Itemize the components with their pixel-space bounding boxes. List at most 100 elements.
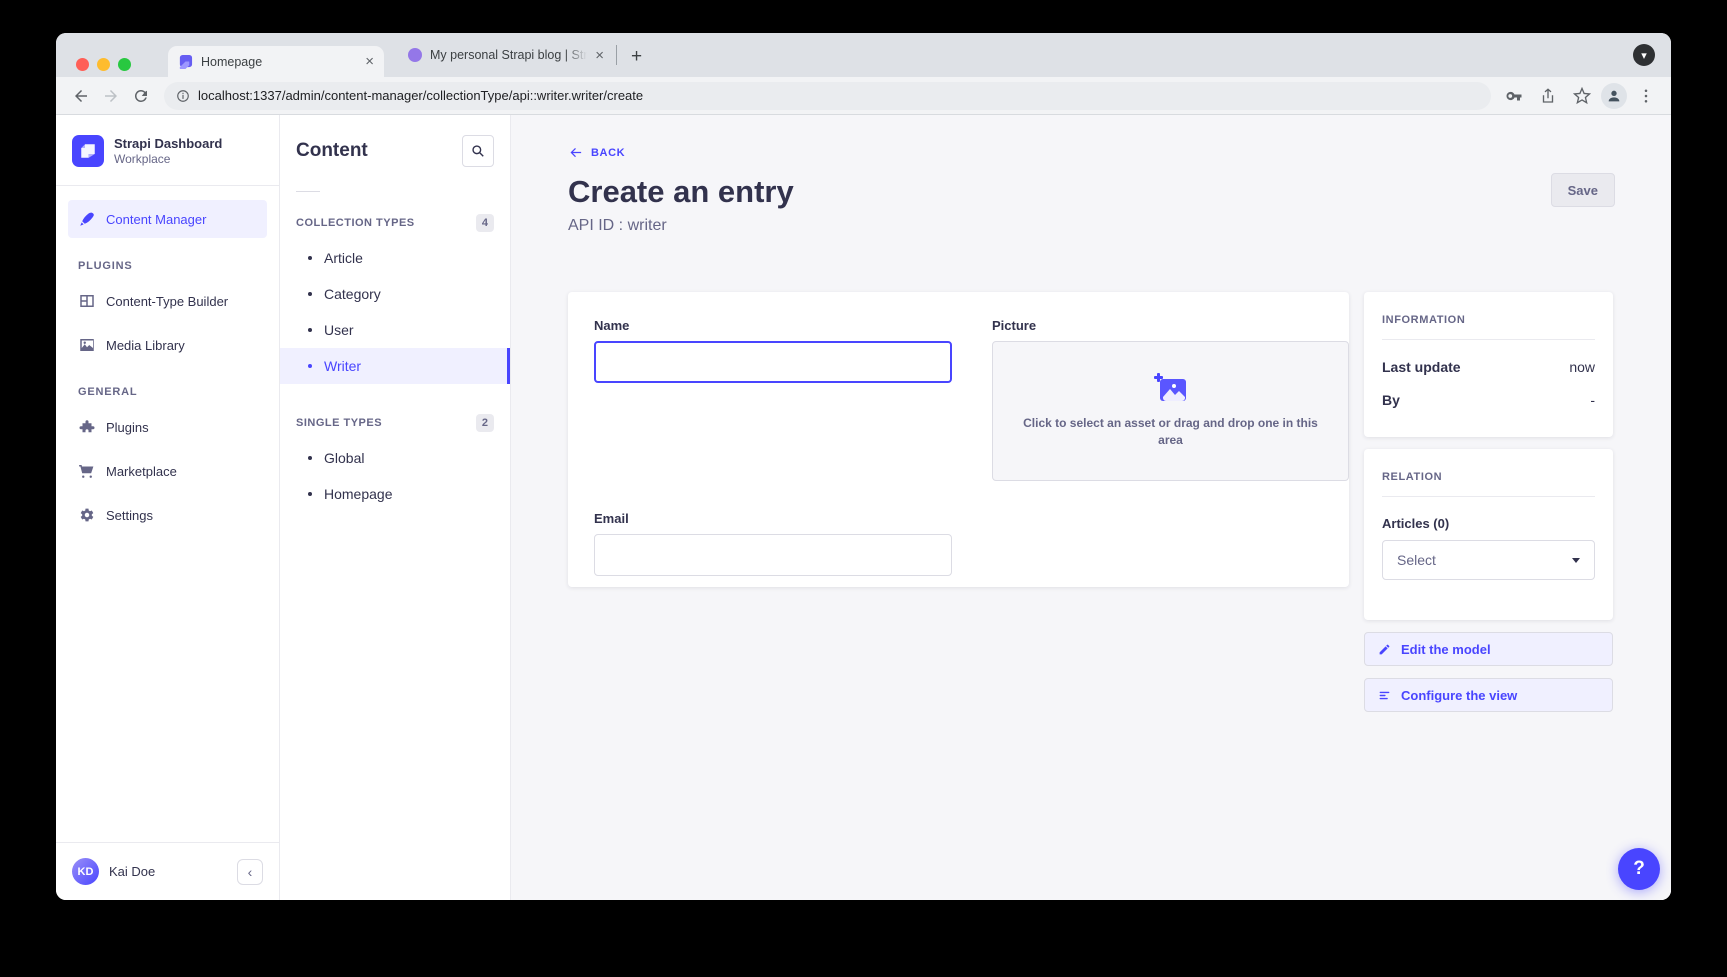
count-badge: 2 xyxy=(476,414,494,432)
sidebar-item-label: Marketplace xyxy=(106,464,177,479)
picture-upload-dropzone[interactable]: Click to select an asset or drag and dro… xyxy=(992,341,1349,481)
sidebar-item-plugins[interactable]: Plugins xyxy=(68,408,267,446)
item-label: Global xyxy=(324,450,364,466)
back-link[interactable]: BACK xyxy=(568,145,625,160)
pencil-icon xyxy=(1378,643,1391,656)
collection-type-article[interactable]: Article xyxy=(280,240,510,276)
workspace-header[interactable]: Strapi Dashboard Workplace xyxy=(56,115,279,185)
collection-type-user[interactable]: User xyxy=(280,312,510,348)
media-library-icon xyxy=(78,336,96,354)
forward-nav-button[interactable] xyxy=(96,81,126,111)
bullet-icon xyxy=(308,328,312,332)
minimize-window-button[interactable] xyxy=(97,58,110,71)
relation-title: RELATION xyxy=(1382,471,1595,483)
page-title: Create an entry xyxy=(568,174,1615,210)
by-label: By xyxy=(1382,392,1400,408)
main-content: BACK Create an entry API ID : writer Sav… xyxy=(511,115,1671,900)
count-badge: 4 xyxy=(476,214,494,232)
user-name: Kai Doe xyxy=(109,864,227,879)
api-id-subtitle: API ID : writer xyxy=(568,217,1615,235)
info-icon[interactable] xyxy=(176,89,190,103)
sidebar-item-label: Content Manager xyxy=(106,212,206,227)
user-profile-row[interactable]: KD Kai Doe ‹ xyxy=(56,842,279,900)
bullet-icon xyxy=(308,292,312,296)
image-add-icon xyxy=(1154,373,1188,403)
tab-homepage[interactable]: Homepage × xyxy=(168,46,384,77)
search-icon xyxy=(471,144,485,158)
url-text: localhost:1337/admin/content-manager/col… xyxy=(198,88,643,103)
share-icon[interactable] xyxy=(1533,81,1563,111)
upload-placeholder-text: Click to select an asset or drag and dro… xyxy=(1015,415,1327,450)
information-title: INFORMATION xyxy=(1382,314,1595,326)
bullet-icon xyxy=(308,256,312,260)
profile-avatar-icon[interactable] xyxy=(1601,83,1627,109)
reload-button[interactable] xyxy=(126,81,156,111)
collection-type-category[interactable]: Category xyxy=(280,276,510,312)
item-label: Homepage xyxy=(324,486,393,502)
search-button[interactable] xyxy=(462,135,494,167)
browser-toolbar: localhost:1337/admin/content-manager/col… xyxy=(56,77,1671,115)
bookmark-star-icon[interactable] xyxy=(1567,81,1597,111)
group-label-collection-types: COLLECTION TYPES xyxy=(296,217,415,229)
name-input[interactable] xyxy=(594,341,952,383)
last-update-value: now xyxy=(1569,359,1595,375)
tab-strip: Homepage × My personal Strapi blog | Str… xyxy=(56,33,1671,77)
email-input[interactable] xyxy=(594,534,952,576)
item-label: Writer xyxy=(324,358,361,374)
edit-pen-icon xyxy=(78,210,96,228)
chevron-down-icon xyxy=(1572,558,1580,563)
entry-form-card: Name Email Picture xyxy=(568,292,1349,587)
password-key-icon[interactable] xyxy=(1499,81,1529,111)
item-label: Article xyxy=(324,250,363,266)
zoom-window-button[interactable] xyxy=(118,58,131,71)
collection-type-writer[interactable]: Writer xyxy=(280,348,510,384)
sidebar-section-general: GENERAL xyxy=(68,370,267,408)
single-type-global[interactable]: Global xyxy=(280,440,510,476)
close-window-button[interactable] xyxy=(76,58,89,71)
save-button[interactable]: Save xyxy=(1551,173,1615,207)
divider xyxy=(1382,496,1595,497)
tab-close-icon[interactable]: × xyxy=(365,54,374,69)
articles-relation-label: Articles (0) xyxy=(1382,516,1595,531)
sidebar-item-marketplace[interactable]: Marketplace xyxy=(68,452,267,490)
divider xyxy=(1382,339,1595,340)
address-bar[interactable]: localhost:1337/admin/content-manager/col… xyxy=(164,82,1491,110)
edit-model-label: Edit the model xyxy=(1401,642,1491,657)
panel-title: Content xyxy=(296,140,368,162)
tab-title: My personal Strapi blog | Strap xyxy=(430,48,587,62)
sidebar-item-label: Media Library xyxy=(106,338,185,353)
bullet-icon xyxy=(308,456,312,460)
sidebar-item-content-type-builder[interactable]: Content-Type Builder xyxy=(68,282,267,320)
tab-close-icon[interactable]: × xyxy=(595,48,604,63)
name-field-label: Name xyxy=(594,318,952,333)
tab-blog[interactable]: My personal Strapi blog | Strap × xyxy=(398,33,614,77)
bullet-icon xyxy=(308,364,312,368)
new-tab-button[interactable]: + xyxy=(623,46,650,68)
help-button[interactable]: ? xyxy=(1618,848,1660,890)
picture-field-label: Picture xyxy=(992,318,1349,333)
select-value: Select xyxy=(1397,552,1436,568)
main-sidebar: Strapi Dashboard Workplace Content Manag… xyxy=(56,115,280,900)
sidebar-item-content-manager[interactable]: Content Manager xyxy=(68,200,267,238)
sidebar-section-plugins: PLUGINS xyxy=(68,244,267,282)
by-value: - xyxy=(1590,392,1595,408)
layout-icon xyxy=(78,292,96,310)
relation-panel: RELATION Articles (0) Select xyxy=(1364,449,1613,620)
tab-search-button[interactable]: ▾ xyxy=(1633,44,1655,66)
sidebar-item-settings[interactable]: Settings xyxy=(68,496,267,534)
app-subtitle: Workplace xyxy=(114,152,222,166)
back-arrow-icon xyxy=(568,145,583,160)
strapi-favicon-icon xyxy=(178,54,193,69)
tab-divider xyxy=(616,45,617,65)
sidebar-item-media-library[interactable]: Media Library xyxy=(68,326,267,364)
collapse-sidebar-button[interactable]: ‹ xyxy=(237,859,263,885)
sidebar-item-label: Plugins xyxy=(106,420,149,435)
configure-view-button[interactable]: Configure the view xyxy=(1364,678,1613,712)
articles-select[interactable]: Select xyxy=(1382,540,1595,580)
back-nav-button[interactable] xyxy=(66,81,96,111)
strapi-logo-icon xyxy=(72,135,104,167)
edit-model-button[interactable]: Edit the model xyxy=(1364,632,1613,666)
browser-menu-icon[interactable] xyxy=(1631,81,1661,111)
blog-favicon-icon xyxy=(408,48,422,62)
single-type-homepage[interactable]: Homepage xyxy=(280,476,510,512)
